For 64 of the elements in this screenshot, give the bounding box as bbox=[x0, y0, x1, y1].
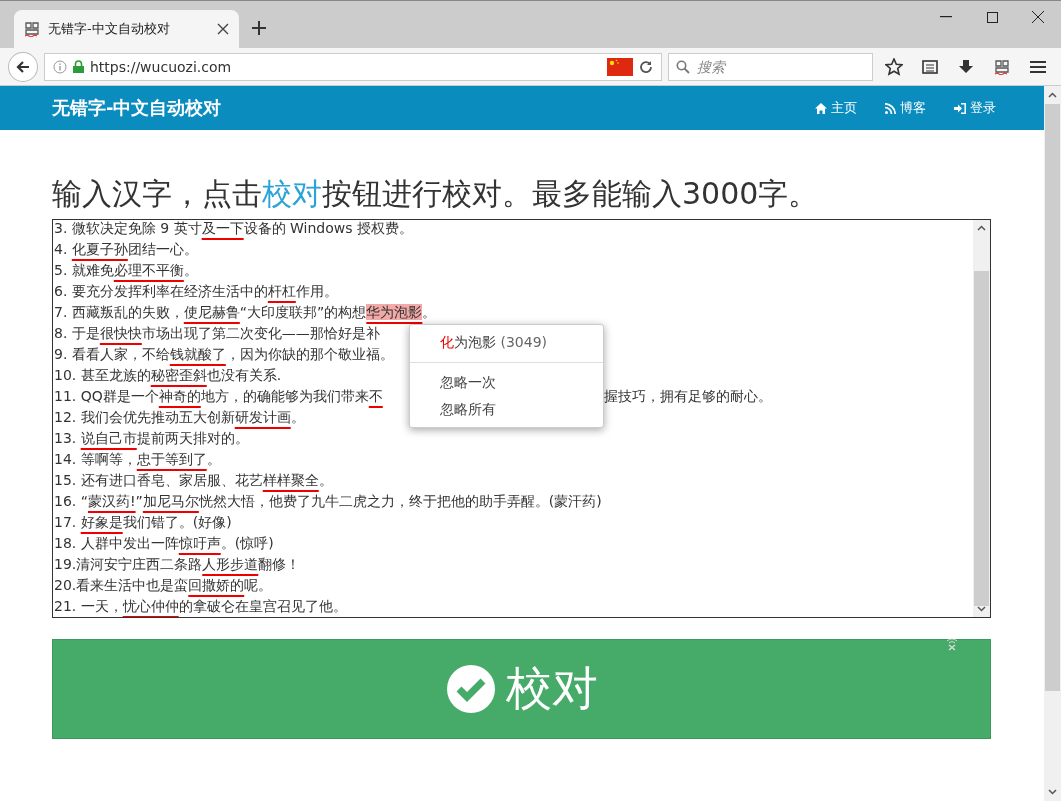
info-icon bbox=[52, 59, 67, 74]
text-line: 17. 好象是我们错了。(好像) bbox=[54, 513, 232, 532]
text-line: 7. 西藏叛乱的失败，使尼赫鲁“大印度联邦”的构想华为泡影。 bbox=[54, 303, 437, 322]
address-bar[interactable]: https://wucuozi.com bbox=[43, 52, 663, 81]
text-line: 6. 要充分发挥利率在经济生活中的杆杠作用。 bbox=[54, 282, 338, 301]
scrollbar[interactable] bbox=[973, 220, 990, 617]
page-scrollbar[interactable] bbox=[1044, 86, 1061, 801]
home-icon bbox=[815, 102, 827, 114]
text-line: 3. 微软决定免除 9 英寸及一下设备的 Windows 授权费。 bbox=[54, 219, 414, 238]
browser-tab[interactable]: 无错字-中文自动校对 bbox=[14, 10, 239, 48]
text-line: 18. 人群中发出一阵惊吁声。(惊呼) bbox=[54, 534, 274, 553]
search-field[interactable]: 搜索 bbox=[668, 52, 874, 81]
ignore-menu-item[interactable]: 忽略一次 bbox=[410, 369, 603, 396]
scroll-down-icon[interactable] bbox=[977, 606, 986, 612]
text-line: 20.看来生活中也是蛮回撒娇的呢。 bbox=[54, 576, 273, 595]
menu-icon[interactable] bbox=[1030, 59, 1047, 74]
text-line: 4. 化夏子孙团结一心。 bbox=[54, 240, 198, 259]
tab-title: 无错字-中文自动校对 bbox=[48, 20, 171, 38]
text-line: 握技巧，拥有足够的耐心。 bbox=[604, 387, 772, 406]
scroll-up-icon[interactable] bbox=[977, 225, 986, 231]
new-tab-icon[interactable] bbox=[252, 21, 266, 35]
scroll-down-icon[interactable] bbox=[1048, 789, 1057, 795]
proofread-link[interactable]: 校对 bbox=[262, 176, 322, 211]
instruction-heading: 输入汉字，点击校对按钮进行校对。最多能输入3000字。 bbox=[52, 175, 820, 213]
text-line: 13. 说自己市提前两天排对的。 bbox=[54, 429, 249, 448]
download-icon[interactable] bbox=[958, 58, 975, 75]
reload-icon[interactable] bbox=[639, 59, 654, 74]
back-button[interactable] bbox=[8, 51, 38, 82]
extension-icon[interactable] bbox=[994, 58, 1011, 75]
ignore-menu-item[interactable]: 忽略所有 bbox=[410, 396, 603, 423]
text-line: 8. 于是很快快市场出现了第二次变化——那恰好是补 bbox=[54, 324, 380, 343]
text-input-area[interactable] bbox=[52, 219, 991, 618]
suggestion-item[interactable]: 化为泡影 (3049) bbox=[410, 329, 603, 356]
url-text: https://wucuozi.com bbox=[89, 58, 233, 75]
text-line: 9. 看看人家，不给钱就酸了，因为你缺的那个敬业福。 bbox=[54, 345, 394, 364]
lock-icon bbox=[72, 60, 84, 73]
text-line: 15. 还有进口香皂、家居服、花艺样样聚全。 bbox=[54, 471, 333, 490]
reading-list-icon[interactable] bbox=[922, 58, 939, 75]
back-arrow-icon bbox=[15, 59, 30, 74]
minimize-icon[interactable] bbox=[940, 16, 952, 18]
flag-icon bbox=[607, 57, 634, 76]
close-tab-icon[interactable] bbox=[217, 23, 229, 35]
bookmark-star-icon[interactable] bbox=[885, 57, 904, 76]
check-circle-icon bbox=[445, 664, 496, 714]
maximize-icon[interactable] bbox=[986, 11, 998, 23]
rss-icon bbox=[885, 102, 896, 114]
text-line: 10. 甚至龙族的秘密歪斜也没有关系. bbox=[54, 366, 282, 385]
scroll-up-icon[interactable] bbox=[1048, 92, 1057, 98]
nav-link[interactable]: 主页 bbox=[815, 99, 857, 117]
sign-in-icon bbox=[954, 102, 966, 114]
nav-link[interactable]: 博客 bbox=[885, 99, 926, 117]
site-brand[interactable]: 无错字-中文自动校对 bbox=[52, 96, 815, 120]
text-line: 14. 等啊等，忠于等到了。 bbox=[54, 450, 221, 469]
text-line: 19.清河安宁庄西二条路人形步道翻修！ bbox=[54, 555, 301, 574]
text-line: 5. 就难免必理不平衡。 bbox=[54, 261, 198, 280]
text-line: 16. “蒙汉药!”加尼马尔恍然大悟，他费了九牛二虎之力，终于把他的助手弄醒。(蒙汗药) bbox=[54, 492, 602, 511]
text-line: 12. 我们会优先推动五大创新研发计画。 bbox=[54, 408, 305, 427]
text-line: 11. QQ群是一个神奇的地方，的确能够为我们带来不 bbox=[54, 387, 383, 406]
nav-link[interactable]: 登录 bbox=[954, 99, 996, 117]
close-window-icon[interactable] bbox=[1032, 11, 1044, 23]
text-line: 21. 一天，忧心仲仲的拿破仑在皇宫召见了他。 bbox=[54, 597, 347, 616]
site-favicon-icon bbox=[24, 21, 40, 37]
close-ad-icon[interactable] bbox=[946, 637, 958, 651]
proofread-button[interactable]: 校对 bbox=[52, 639, 991, 739]
